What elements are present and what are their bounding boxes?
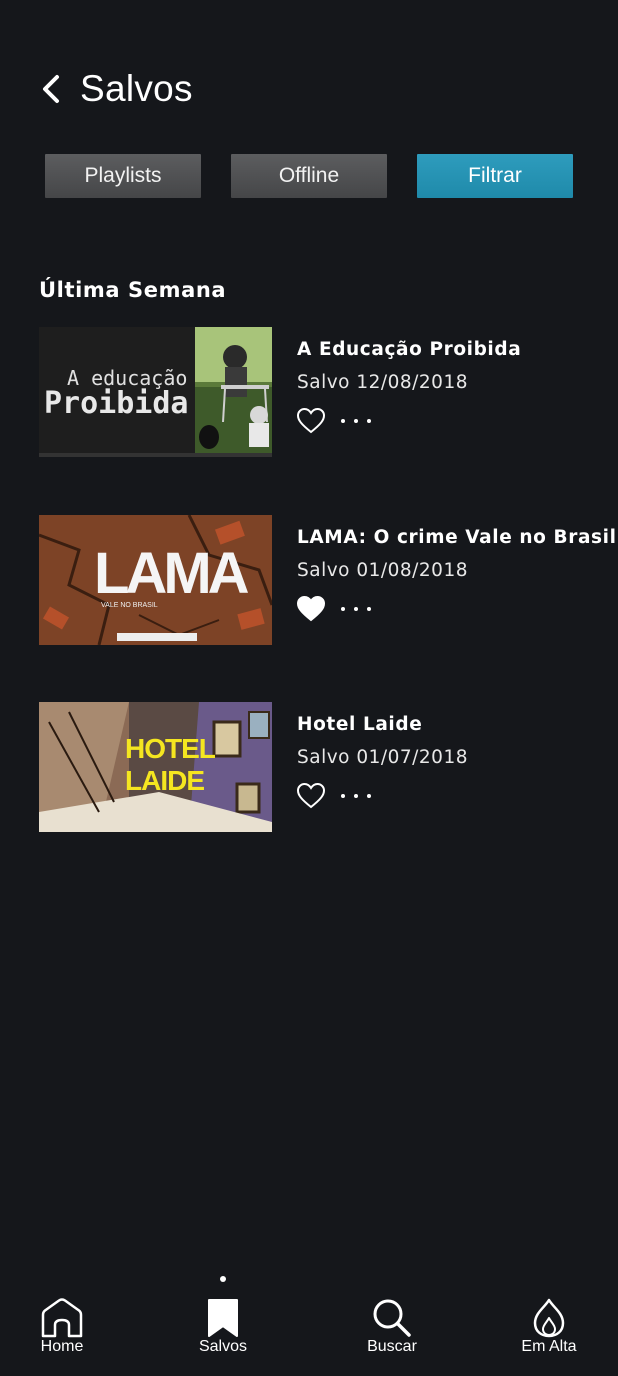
more-options-button[interactable] <box>341 605 371 613</box>
offline-button[interactable]: Offline <box>231 154 387 198</box>
flame-icon <box>533 1298 565 1338</box>
thumb-line1: LAMA <box>94 541 249 606</box>
filter-button[interactable]: Filtrar <box>417 154 573 198</box>
item-saved-date: Salvo 01/08/2018 <box>297 560 468 581</box>
nav-saved[interactable]: Salvos <box>173 1276 273 1356</box>
item-info: LAMA: O crime Vale no Brasil Salvo 01/08… <box>297 527 616 623</box>
thumbnail[interactable]: HOTEL LAIDE <box>39 702 272 832</box>
item-title[interactable]: A Educação Proibida <box>297 339 609 360</box>
item-title[interactable]: LAMA: O crime Vale no Brasil <box>297 527 616 548</box>
heart-outline-icon[interactable] <box>297 783 325 809</box>
item-saved-date: Salvo 12/08/2018 <box>297 372 468 393</box>
more-options-button[interactable] <box>341 417 371 425</box>
nav-label: Em Alta <box>521 1338 577 1355</box>
nav-label: Salvos <box>198 1338 248 1355</box>
section-title: Última Semana <box>39 278 227 302</box>
search-icon <box>373 1299 411 1337</box>
heart-outline-icon[interactable] <box>297 408 325 434</box>
more-options-button[interactable] <box>341 792 371 800</box>
thumbnail[interactable]: A educação Proibida <box>39 327 272 457</box>
page-title: Salvos <box>80 68 193 109</box>
thumb-line2: VALE NO BRASIL <box>101 602 158 609</box>
thumb-line2: Proibida <box>44 386 189 421</box>
thumb-line2: LAIDE <box>125 765 204 796</box>
playlists-button[interactable]: Playlists <box>45 154 201 198</box>
bottom-nav: Home Salvos Buscar Em Alta <box>0 1266 618 1376</box>
nav-label: Home <box>40 1338 84 1355</box>
back-button[interactable] <box>40 66 66 112</box>
filter-bar: Playlists Offline Filtrar <box>45 154 573 198</box>
nav-home[interactable]: Home <box>12 1276 112 1356</box>
saved-item[interactable]: A educação Proibida A Educação Proibida … <box>39 327 609 457</box>
item-info: Hotel Laide Salvo 01/07/2018 <box>297 714 609 810</box>
chevron-left-icon <box>43 75 59 103</box>
item-title[interactable]: Hotel Laide <box>297 714 609 735</box>
item-saved-date: Salvo 01/07/2018 <box>297 747 468 768</box>
header: Salvos <box>40 66 193 112</box>
home-icon <box>41 1298 83 1338</box>
nav-label: Buscar <box>367 1338 417 1355</box>
active-indicator <box>220 1276 226 1282</box>
saved-item[interactable]: LAMA VALE NO BRASIL LAMA: O crime Vale n… <box>39 515 616 645</box>
item-info: A Educação Proibida Salvo 12/08/2018 <box>297 339 609 435</box>
nav-trending[interactable]: Em Alta <box>499 1276 599 1356</box>
saved-item[interactable]: HOTEL LAIDE Hotel Laide Salvo 01/07/2018 <box>39 702 609 832</box>
heart-filled-icon[interactable] <box>297 596 325 622</box>
thumbnail[interactable]: LAMA VALE NO BRASIL <box>39 515 272 645</box>
nav-search[interactable]: Buscar <box>342 1276 442 1356</box>
bookmark-icon <box>208 1299 238 1337</box>
thumb-line1: HOTEL <box>125 733 216 764</box>
